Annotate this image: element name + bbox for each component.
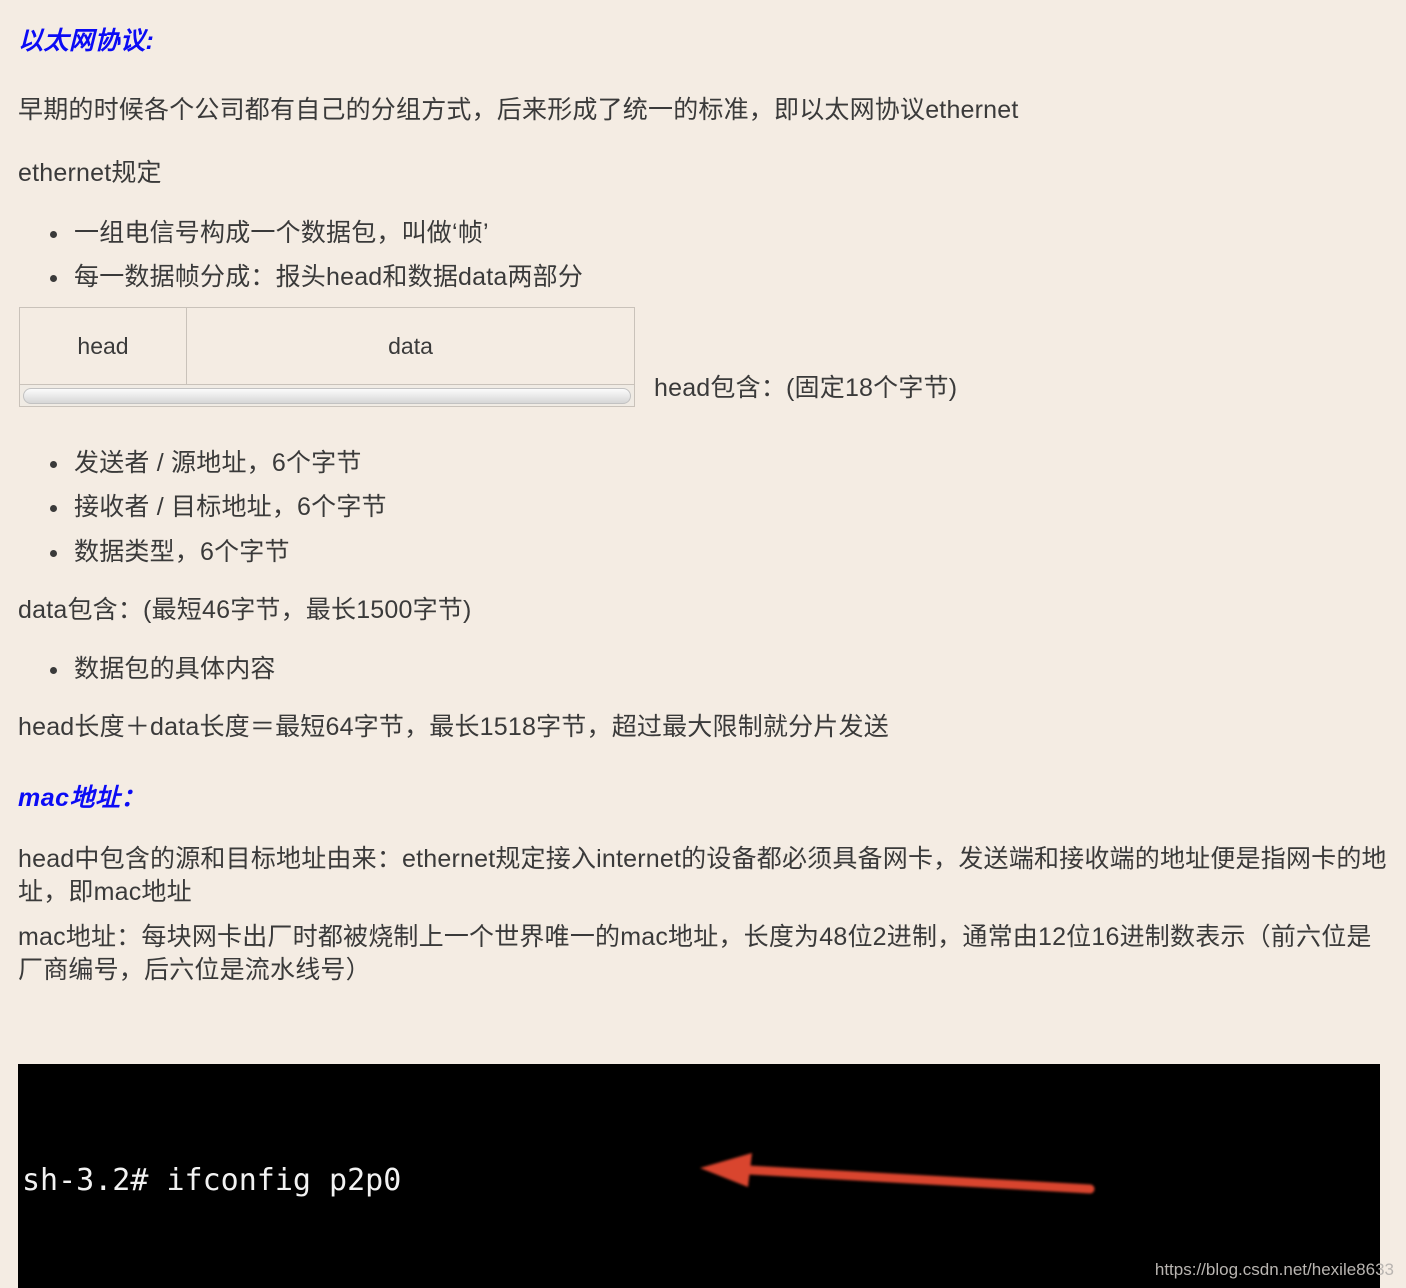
list-item: 数据类型，6个字节 (50, 530, 1388, 574)
frame-bullet-list: 一组电信号构成一个数据包，叫做‘帧’ 每一数据帧分成：报头head和数据data… (18, 211, 1388, 300)
ethernet-intro-paragraph: 早期的时候各个公司都有自己的分组方式，后来形成了统一的标准，即以太网协议ethe… (18, 96, 1019, 124)
list-item: 发送者 / 源地址，6个字节 (50, 441, 1388, 485)
section-heading-ethernet: 以太网协议: (18, 27, 155, 55)
ethernet-spec-label: ethernet规定 (18, 159, 162, 188)
head-contains-label: head包含：(固定18个字节) (654, 374, 958, 402)
frame-structure-table: head data (19, 307, 635, 385)
watermark-url: https://blog.csdn.net/hexile8633 (1154, 1260, 1394, 1279)
list-item: 接收者 / 目标地址，6个字节 (50, 485, 1388, 529)
mac-paragraph-1: head中包含的源和目标地址由来：ethernet规定接入internet的设备… (18, 844, 1387, 906)
terminal-screenshot: sh-3.2# ifconfig p2p0 p2p0: flags=8843<U… (18, 1064, 1380, 1288)
head-field-list: 发送者 / 源地址，6个字节 接收者 / 目标地址，6个字节 数据类型，6个字节 (18, 441, 1388, 574)
frame-data-cell: data (186, 307, 635, 385)
frame-length-rule: head长度＋data长度＝最短64字节，最长1518字节，超过最大限制就分片发… (18, 713, 889, 742)
table-row: head data (19, 307, 635, 385)
mac-paragraph-2: mac地址：每块网卡出厂时都被烧制上一个世界唯一的mac地址，长度为48位2进制… (18, 923, 1372, 985)
horizontal-scrollbar[interactable] (19, 385, 635, 407)
scrollbar-thumb[interactable] (23, 387, 631, 404)
data-contains-label: data包含：(最短46字节，最长1500字节) (18, 595, 472, 624)
frame-diagram: head data (19, 307, 635, 407)
list-item: 一组电信号构成一个数据包，叫做‘帧’ (50, 211, 1388, 255)
article-body: 以太网协议: 早期的时候各个公司都有自己的分组方式，后来形成了统一的标准，即以太… (0, 0, 1406, 988)
list-item: 数据包的具体内容 (50, 647, 1388, 691)
list-item: 每一数据帧分成：报头head和数据data两部分 (50, 255, 1388, 299)
data-field-list: 数据包的具体内容 (18, 647, 1388, 691)
section-heading-mac: mac地址： (18, 783, 147, 812)
terminal-line: sh-3.2# ifconfig p2p0 (22, 1163, 402, 1198)
terminal-output: sh-3.2# ifconfig p2p0 p2p0: flags=8843<U… (18, 1064, 1380, 1288)
page-root: 以太网协议: 早期的时候各个公司都有自己的分组方式，后来形成了统一的标准，即以太… (0, 0, 1406, 1288)
frame-head-cell: head (19, 307, 187, 385)
